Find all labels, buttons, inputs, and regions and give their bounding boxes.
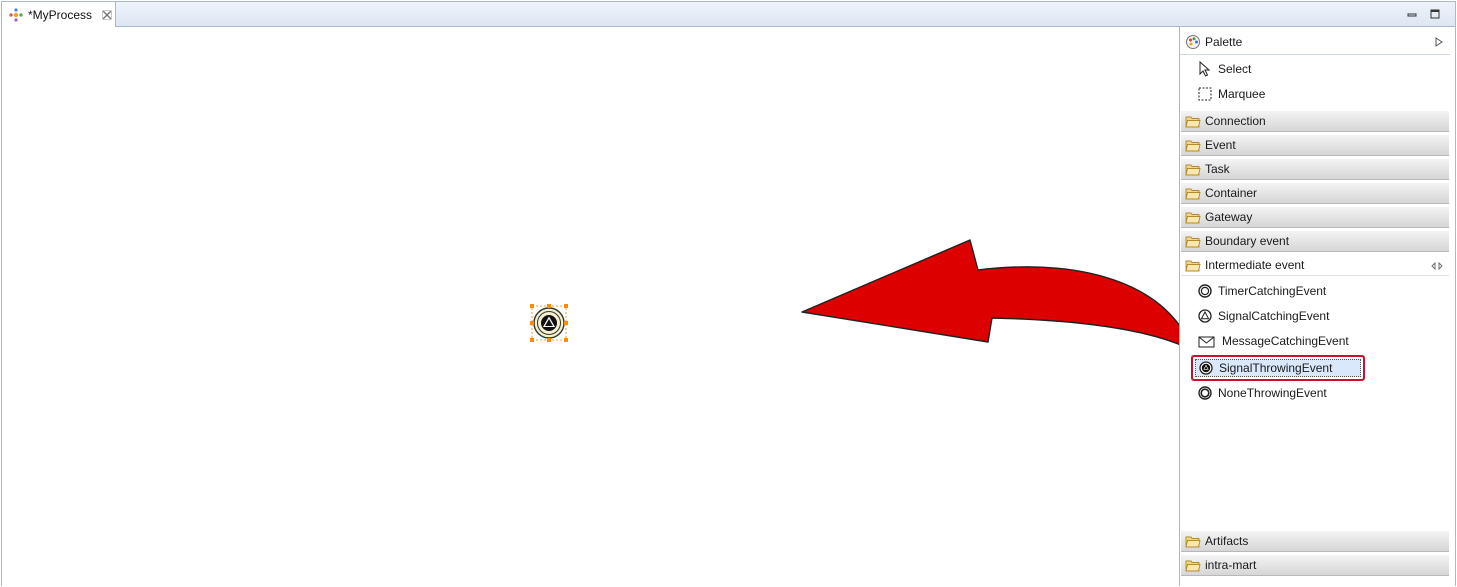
folder-icon — [1185, 536, 1201, 547]
drag-hint-arrow — [801, 239, 1193, 351]
drawer-gateway[interactable]: Gateway — [1181, 206, 1449, 228]
drawer-intra-mart[interactable]: intra-mart — [1181, 554, 1449, 576]
drawer-intermediate-event[interactable]: Intermediate event — [1181, 254, 1449, 276]
process-editor: *MyProcess Palette Select Marquee Connec… — [1, 1, 1456, 586]
close-icon[interactable] — [102, 9, 112, 20]
tool-select[interactable]: Select — [1198, 58, 1251, 80]
drawer-boundary-event[interactable]: Boundary event — [1181, 230, 1449, 252]
palette-panel: Palette Select Marquee Connection Event — [1179, 27, 1455, 586]
entry-signal-throwing-event[interactable]: SignalThrowingEvent — [1191, 355, 1365, 381]
pin-icon[interactable] — [1431, 261, 1443, 271]
drawer-artifacts[interactable]: Artifacts — [1181, 530, 1449, 552]
tab-myprocess[interactable]: *MyProcess — [2, 2, 116, 27]
process-file-icon — [9, 7, 23, 22]
signal-catching-icon — [1198, 309, 1212, 323]
diagram-canvas[interactable] — [2, 27, 1193, 586]
collapse-arrow-icon[interactable] — [1434, 37, 1444, 47]
entry-message-catching-event[interactable]: MessageCatchingEvent — [1198, 330, 1349, 352]
tool-marquee[interactable]: Marquee — [1198, 83, 1265, 105]
envelope-icon — [1198, 336, 1215, 348]
entry-signal-catching-event[interactable]: SignalCatchingEvent — [1198, 305, 1329, 327]
palette-icon — [1186, 34, 1200, 49]
folder-icon — [1185, 188, 1201, 199]
drawer-container[interactable]: Container — [1181, 182, 1449, 204]
none-throwing-icon — [1198, 386, 1212, 400]
folder-icon — [1185, 560, 1201, 571]
entry-timer-catching-event[interactable]: TimerCatchingEvent — [1198, 280, 1326, 302]
pointer-icon — [1199, 61, 1211, 77]
signal-throwing-event-node[interactable] — [529, 303, 569, 343]
minimize-icon[interactable] — [1406, 8, 1418, 20]
folder-icon — [1185, 164, 1201, 175]
folder-icon — [1185, 140, 1201, 151]
tab-title: *MyProcess — [28, 7, 93, 22]
drawer-task[interactable]: Task — [1181, 158, 1449, 180]
signal-throwing-icon — [1199, 361, 1213, 375]
folder-icon — [1185, 212, 1201, 223]
drawer-connection[interactable]: Connection — [1181, 110, 1449, 132]
folder-open-icon — [1185, 260, 1201, 271]
editor-tab-bar: *MyProcess — [2, 2, 1455, 27]
timer-event-icon — [1198, 284, 1212, 298]
folder-icon — [1185, 236, 1201, 247]
maximize-icon[interactable] — [1429, 8, 1441, 20]
entry-none-throwing-event[interactable]: NoneThrowingEvent — [1198, 382, 1327, 404]
marquee-icon — [1198, 87, 1212, 101]
palette-title: Palette — [1205, 34, 1243, 49]
folder-icon — [1185, 116, 1201, 127]
palette-header[interactable]: Palette — [1180, 29, 1450, 55]
drawer-event[interactable]: Event — [1181, 134, 1449, 156]
